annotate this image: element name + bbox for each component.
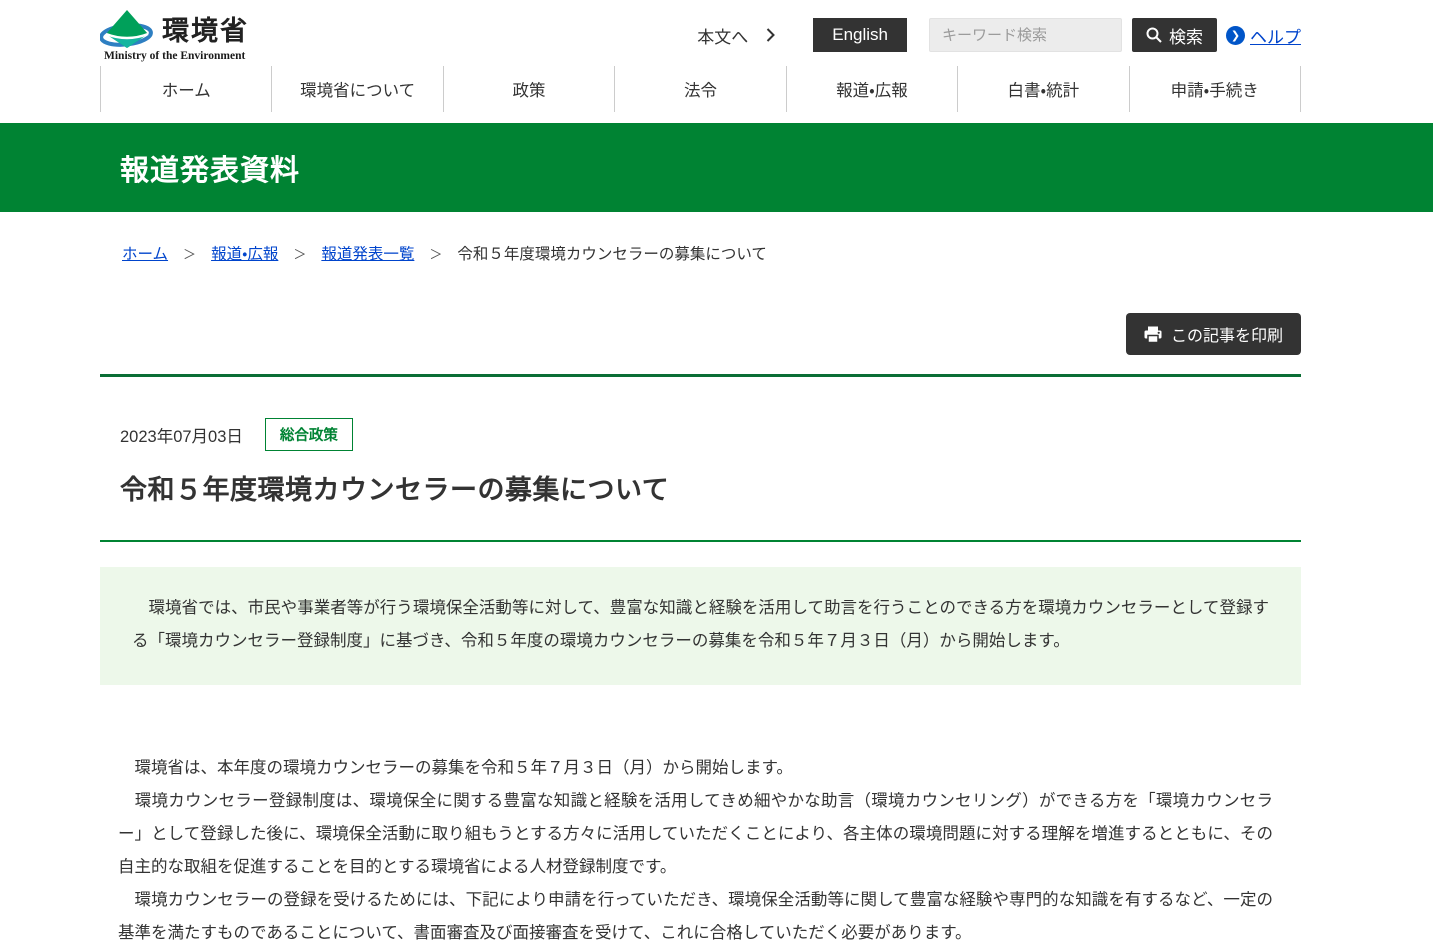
help-link[interactable]: ❯ ヘルプ	[1226, 23, 1301, 48]
printer-icon	[1144, 326, 1162, 343]
nav-item-laws[interactable]: 法令	[614, 66, 785, 112]
skip-link-label: 本文へ	[697, 23, 748, 48]
article-summary: 環境省では、市民や事業者等が行う環境保全活動等に対して、豊富な知識と経験を活用し…	[100, 567, 1301, 685]
search-input[interactable]	[929, 18, 1122, 52]
body-paragraph: 環境カウンセラーの登録を受けるためには、下記により申請を行っていただき、環境保全…	[118, 884, 1273, 950]
nav-item-whitepaper[interactable]: 白書・統計	[957, 66, 1128, 112]
nav-item-policy[interactable]: 政策	[443, 66, 614, 112]
print-button-label: この記事を印刷	[1171, 322, 1283, 346]
body-paragraph: 環境省は、本年度の環境カウンセラーの募集を令和５年７月３日（月）から開始します。	[118, 752, 1273, 785]
nav-item-procedures[interactable]: 申請・手続き	[1129, 66, 1301, 112]
body-paragraph: 環境カウンセラー登録制度は、環境保全に関する豊富な知識と経験を活用してきめ細やか…	[118, 785, 1273, 884]
search-button[interactable]: 検索	[1132, 18, 1217, 52]
logo-title: 環境省	[162, 14, 249, 48]
breadcrumb: ホーム ＞ 報道・広報 ＞ 報道発表一覧 ＞ 令和５年度環境カウンセラーの募集に…	[100, 242, 1301, 264]
help-chevron-icon: ❯	[1226, 26, 1245, 45]
page-banner-title: 報道発表資料	[120, 155, 300, 187]
article-top-divider	[100, 374, 1301, 377]
breadcrumb-press-list[interactable]: 報道発表一覧	[321, 242, 414, 264]
article-date: 2023年07月03日	[120, 423, 243, 447]
chevron-right-icon	[766, 28, 775, 42]
nav-item-home[interactable]: ホーム	[100, 66, 271, 112]
page-banner: 報道発表資料	[0, 123, 1433, 212]
ministry-logo[interactable]: 環境省 Ministry of the Environment	[100, 8, 249, 63]
category-badge[interactable]: 総合政策	[265, 418, 353, 451]
breadcrumb-current: 令和５年度環境カウンセラーの募集について	[457, 242, 767, 264]
search-button-label: 検索	[1169, 23, 1203, 48]
title-divider	[100, 540, 1301, 542]
logo-subtitle: Ministry of the Environment	[104, 50, 249, 62]
print-article-button[interactable]: この記事を印刷	[1126, 313, 1301, 355]
article-body: 環境省は、本年度の環境カウンセラーの募集を令和５年７月３日（月）から開始します。…	[100, 752, 1301, 950]
english-button[interactable]: English	[813, 18, 907, 52]
nav-item-press[interactable]: 報道・広報	[786, 66, 957, 112]
breadcrumb-separator: ＞	[293, 244, 306, 263]
article-title: 令和５年度環境カウンセラーの募集について	[100, 468, 1301, 507]
help-link-label: ヘルプ	[1250, 23, 1301, 48]
breadcrumb-press[interactable]: 報道・広報	[211, 242, 278, 264]
breadcrumb-separator: ＞	[183, 244, 196, 263]
breadcrumb-separator: ＞	[429, 244, 442, 263]
site-header: 環境省 Ministry of the Environment 本文へ Engl…	[100, 0, 1301, 66]
main-navigation: ホーム 環境省について 政策 法令 報道・広報 白書・統計 申請・手続き	[100, 66, 1301, 112]
nav-item-about[interactable]: 環境省について	[271, 66, 442, 112]
skip-to-content-link[interactable]: 本文へ	[697, 23, 775, 48]
breadcrumb-home[interactable]: ホーム	[122, 242, 168, 264]
search-icon	[1146, 27, 1162, 43]
header-utilities: 本文へ English 検索 ❯ ヘルプ	[697, 18, 1301, 52]
